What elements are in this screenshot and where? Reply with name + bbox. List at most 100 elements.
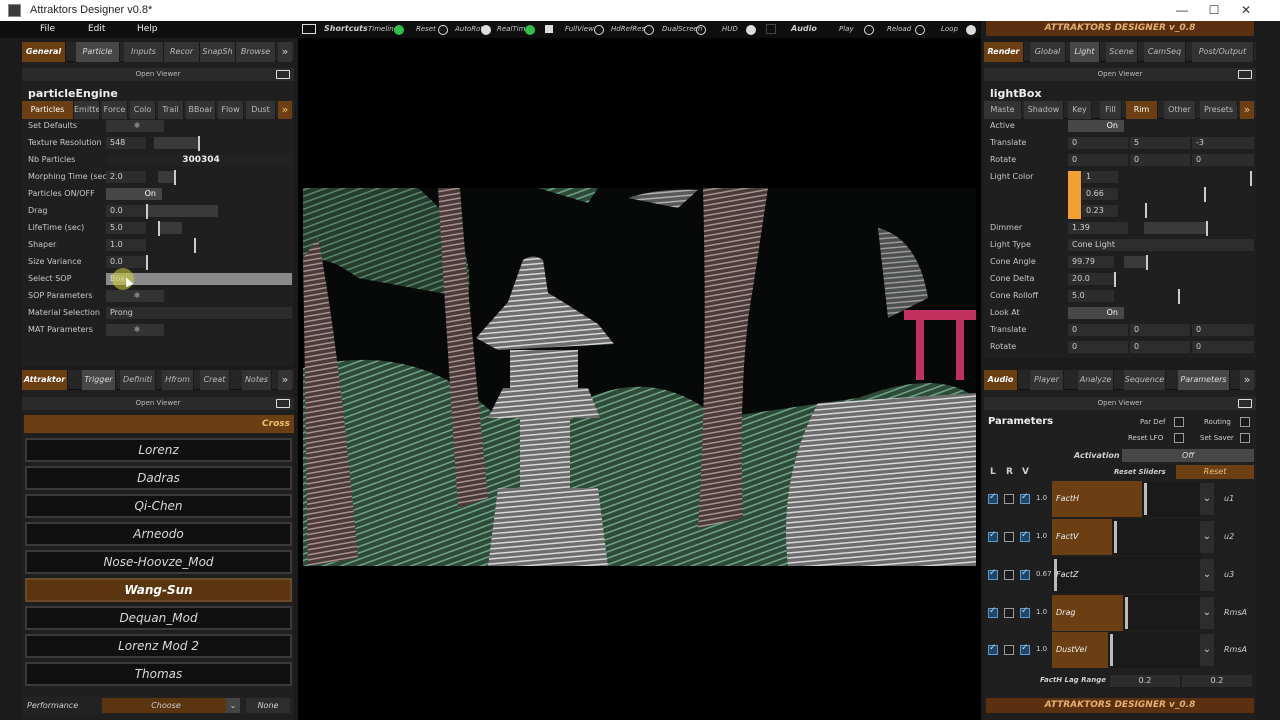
chevron-down-icon[interactable]: ⌄ xyxy=(1200,634,1214,666)
timeline-toggle[interactable] xyxy=(394,25,404,35)
reset-button[interactable]: Reset xyxy=(1176,465,1254,479)
tab-create[interactable]: Creat xyxy=(200,370,230,390)
maximize-icon[interactable]: ☐ xyxy=(1200,2,1228,19)
attractor-button-selected[interactable]: Wang-Sun xyxy=(25,578,292,602)
param-source[interactable]: u3 xyxy=(1224,570,1234,579)
drag-slider[interactable] xyxy=(148,205,218,217)
dimmer-slider[interactable] xyxy=(1144,222,1206,234)
reset-toggle[interactable] xyxy=(438,25,448,35)
subtab-key[interactable]: Key xyxy=(1068,101,1092,119)
subtab-fill[interactable]: Fill xyxy=(1100,101,1122,119)
more-tabs-icon[interactable]: » xyxy=(1240,370,1254,390)
realtime-toggle[interactable] xyxy=(525,25,535,35)
subtab-force[interactable]: Force xyxy=(102,101,128,119)
rotate-z-field[interactable]: 0 xyxy=(1192,154,1254,166)
v-checkbox[interactable] xyxy=(1020,606,1030,618)
light-color-swatch[interactable] xyxy=(1068,171,1081,219)
attractor-button[interactable]: Dequan_Mod xyxy=(25,606,292,630)
set-defaults-button[interactable]: ✱ xyxy=(106,120,164,132)
more-subtabs-icon[interactable]: » xyxy=(1240,101,1254,119)
shaper-field[interactable]: 1.0 xyxy=(106,239,146,251)
light-color-g-field[interactable]: 0.66 xyxy=(1082,188,1118,200)
lifetime-field[interactable]: 5.0 xyxy=(106,222,146,234)
translate-z-field[interactable]: -3 xyxy=(1192,137,1254,149)
loop-toggle[interactable] xyxy=(966,25,976,35)
slider-handle[interactable] xyxy=(1114,272,1116,287)
tab-attraktor[interactable]: Attraktor xyxy=(22,370,68,390)
attractor-button[interactable]: Dadras xyxy=(25,466,292,490)
translate-y-field[interactable]: 5 xyxy=(1130,137,1190,149)
nb-particles-field[interactable]: 300304 xyxy=(106,154,292,166)
slider-handle[interactable] xyxy=(1206,221,1208,236)
slider-handle[interactable] xyxy=(1114,521,1117,553)
slider-handle[interactable] xyxy=(174,170,176,185)
translate-x-field[interactable]: 0 xyxy=(1068,137,1128,149)
chevron-down-icon[interactable]: ⌄ xyxy=(1200,597,1214,629)
param-source[interactable]: u2 xyxy=(1224,532,1234,541)
tab-record[interactable]: Recor xyxy=(164,42,200,62)
rotate-y-field[interactable]: 0 xyxy=(1130,154,1190,166)
lookat-translate-y-field[interactable]: 0 xyxy=(1130,324,1190,336)
slider-handle[interactable] xyxy=(1144,483,1147,515)
tab-general[interactable]: General xyxy=(22,42,66,62)
mat-parameters-button[interactable]: ✱ xyxy=(106,324,164,336)
slider-handle[interactable] xyxy=(1204,187,1206,202)
lifetime-slider[interactable] xyxy=(160,222,182,234)
cone-rolloff-field[interactable]: 5.0 xyxy=(1068,290,1114,302)
performance-dropdown[interactable]: Choose xyxy=(102,698,230,713)
stop-icon[interactable] xyxy=(545,25,553,33)
viewer-icon[interactable] xyxy=(1238,399,1252,408)
sop-parameters-button[interactable]: ✱ xyxy=(106,290,164,302)
none-button[interactable]: None xyxy=(246,698,290,713)
attractor-category-header[interactable]: Cross xyxy=(24,415,294,433)
tab-hfrom[interactable]: Hfrom xyxy=(162,370,194,390)
subtab-master[interactable]: Maste xyxy=(984,101,1022,119)
light-color-r-field[interactable]: 1 xyxy=(1082,171,1118,183)
subtab-flow[interactable]: Flow xyxy=(218,101,244,119)
tab-global[interactable]: Global xyxy=(1030,42,1066,62)
subtab-particles[interactable]: Particles xyxy=(22,101,74,119)
slider-handle[interactable] xyxy=(1178,289,1180,304)
look-at-toggle[interactable]: On xyxy=(1068,307,1124,319)
material-selection-field[interactable]: Prong xyxy=(106,307,292,319)
slider-handle[interactable] xyxy=(198,136,200,151)
l-checkbox[interactable] xyxy=(988,568,998,580)
tab-browse[interactable]: Browse xyxy=(236,42,276,62)
v-checkbox[interactable] xyxy=(1020,643,1030,655)
v-checkbox[interactable] xyxy=(1020,568,1030,580)
param-source[interactable]: RmsA xyxy=(1224,608,1247,617)
set-saver-checkbox[interactable] xyxy=(1240,433,1250,443)
tab-player[interactable]: Player xyxy=(1030,370,1064,390)
subtab-shadow[interactable]: Shadow xyxy=(1024,101,1064,119)
menu-help[interactable]: Help xyxy=(137,24,158,34)
close-icon[interactable]: ✕ xyxy=(1232,2,1260,19)
l-checkbox[interactable] xyxy=(988,606,998,618)
attractor-button[interactable]: Qi-Chen xyxy=(25,494,292,518)
size-variance-field[interactable]: 0.0 xyxy=(106,256,146,268)
slider-handle[interactable] xyxy=(1125,597,1128,629)
param-source[interactable]: u1 xyxy=(1224,494,1234,503)
texture-resolution-slider[interactable] xyxy=(154,137,200,149)
open-viewer-bar[interactable]: Open Viewer xyxy=(22,397,294,410)
slider-handle[interactable] xyxy=(194,238,196,253)
activation-toggle[interactable]: Off xyxy=(1122,449,1254,462)
tab-audio[interactable]: Audio xyxy=(984,370,1018,390)
tab-sequence[interactable]: Sequence xyxy=(1124,370,1166,390)
viewer-icon[interactable] xyxy=(276,70,290,79)
rotate-x-field[interactable]: 0 xyxy=(1068,154,1128,166)
tab-parameters[interactable]: Parameters xyxy=(1178,370,1230,390)
more-subtabs-icon[interactable]: » xyxy=(278,101,292,119)
tab-light[interactable]: Light xyxy=(1070,42,1100,62)
subtab-trail[interactable]: Trail xyxy=(158,101,184,119)
param-slider[interactable]: FactH xyxy=(1052,481,1202,517)
light-color-b-field[interactable]: 0.23 xyxy=(1082,205,1118,217)
open-viewer-bar[interactable]: Open Viewer xyxy=(984,397,1256,410)
dimmer-field[interactable]: 1.39 xyxy=(1068,222,1128,234)
param-slider[interactable]: DustVel xyxy=(1052,632,1202,668)
cone-angle-field[interactable]: 99.79 xyxy=(1068,256,1114,268)
tab-render[interactable]: Render xyxy=(984,42,1024,62)
hud-toggle[interactable] xyxy=(746,25,756,35)
slider-handle[interactable] xyxy=(1110,634,1113,666)
reload-toggle[interactable] xyxy=(915,25,925,35)
tab-definition[interactable]: Definiti xyxy=(120,370,156,390)
